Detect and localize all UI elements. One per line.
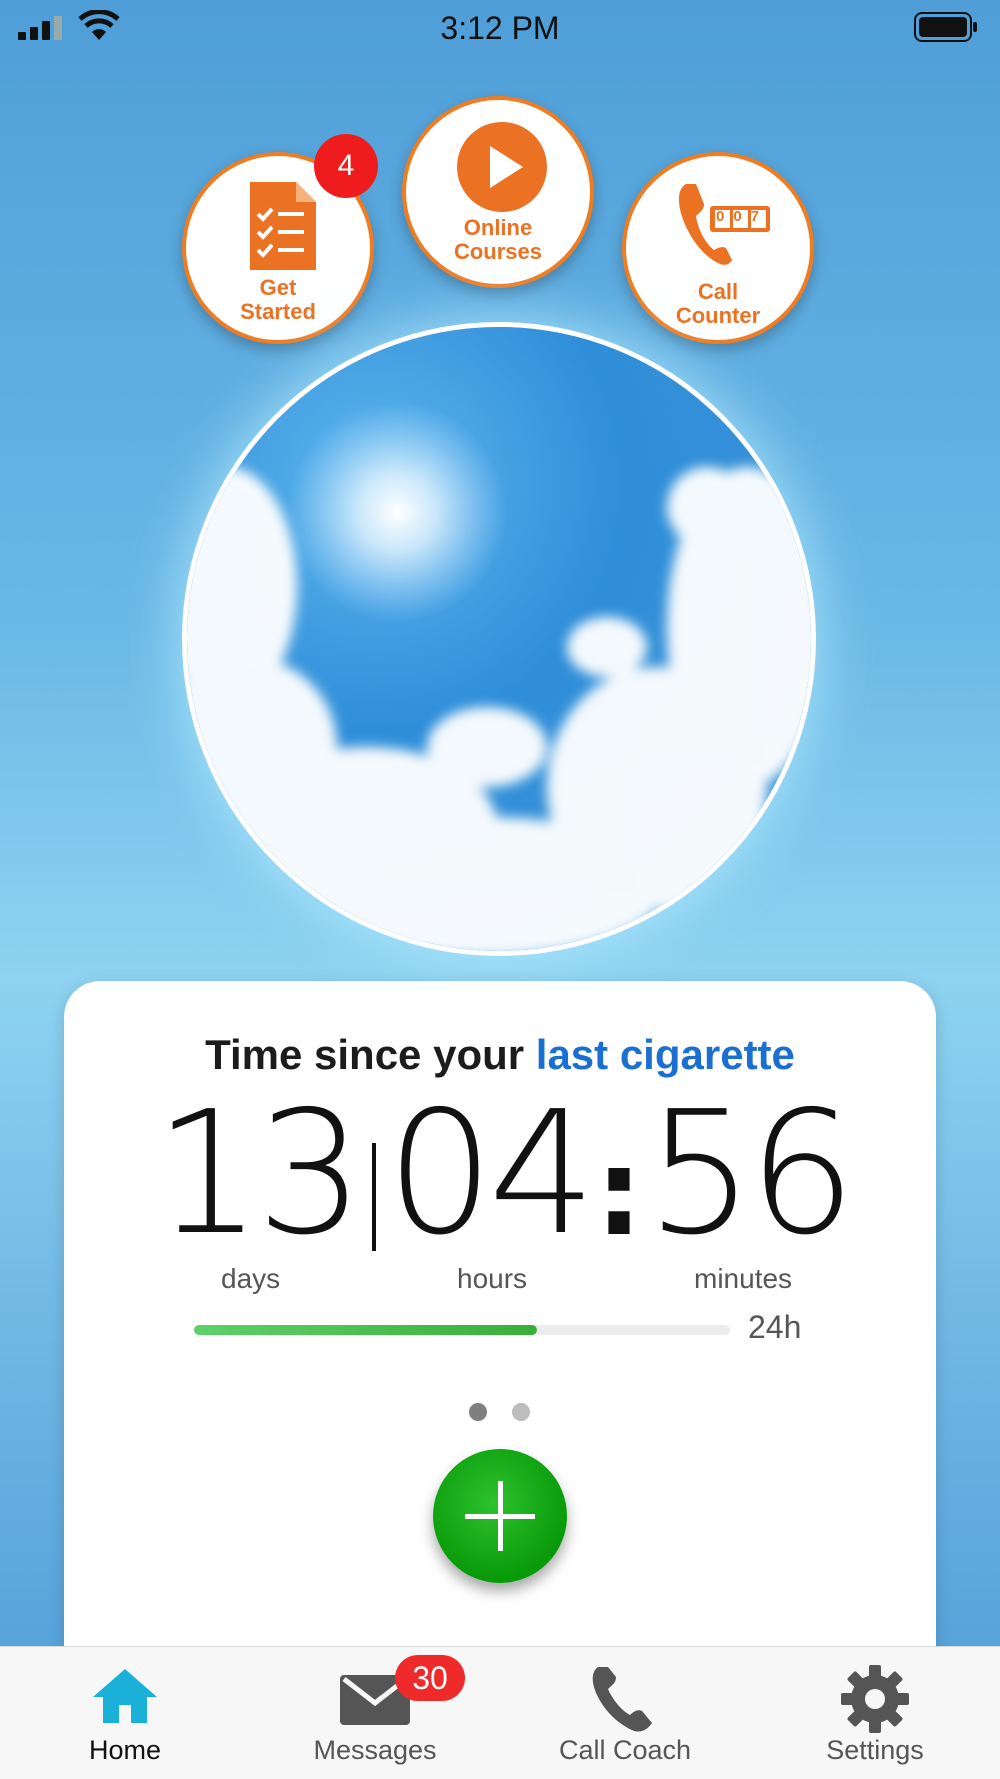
- sky-image: [182, 322, 816, 956]
- tab-call-coach[interactable]: Call Coach: [500, 1647, 750, 1779]
- call-counter-label: Call Counter: [675, 279, 761, 328]
- tab-settings-label: Settings: [826, 1735, 924, 1765]
- status-bar: 3:12 PM: [0, 0, 1000, 56]
- timer-title-accent: last cigarette: [535, 1031, 795, 1078]
- days-label: days: [221, 1263, 281, 1294]
- pager-dot-1[interactable]: [469, 1403, 487, 1421]
- progress-fill: [194, 1325, 538, 1335]
- tab-home[interactable]: Home: [0, 1647, 250, 1779]
- call-counter-button[interactable]: 007 Call Counter: [622, 152, 814, 344]
- messages-badge: 30: [395, 1655, 465, 1701]
- play-icon: [457, 122, 547, 212]
- add-button[interactable]: [433, 1449, 567, 1583]
- tab-messages-label: Messages: [313, 1735, 437, 1765]
- minutes-label: minutes: [694, 1263, 793, 1294]
- tab-home-label: Home: [88, 1735, 162, 1765]
- get-started-label: Get Started: [240, 275, 316, 324]
- pager-dot-2[interactable]: [512, 1403, 530, 1421]
- days-value: 13: [154, 1075, 364, 1273]
- hours-minutes-colon: :: [595, 1124, 643, 1263]
- battery-icon: [914, 12, 977, 42]
- get-started-badge: 4: [314, 134, 378, 198]
- hours-value: 04: [386, 1075, 596, 1273]
- plus-icon-v: [498, 1481, 503, 1551]
- checklist-icon: [250, 182, 316, 270]
- home-icon: [93, 1669, 157, 1723]
- timer-card: Time since your last cigarette 13 04 : 5…: [64, 981, 936, 1701]
- phone-counter-icon: [678, 184, 770, 265]
- online-courses-button[interactable]: Online Courses: [402, 96, 594, 288]
- tab-bar: Home 30 Messages Call Coach Settings: [0, 1646, 1000, 1779]
- tab-settings[interactable]: Settings: [750, 1647, 1000, 1779]
- status-time: 3:12 PM: [440, 10, 560, 46]
- progress-label: 24h: [748, 1309, 802, 1345]
- gear-icon: [841, 1665, 909, 1733]
- minutes-value: 56: [646, 1075, 856, 1273]
- counter-digits: 007: [716, 208, 769, 225]
- progress-bar: [194, 1325, 730, 1335]
- phone-icon: [592, 1667, 652, 1732]
- online-courses-label: Online Courses: [453, 215, 543, 264]
- tab-call-coach-label: Call Coach: [558, 1735, 692, 1765]
- days-hours-separator: [372, 1143, 376, 1251]
- timer-title-prefix: Time since your: [205, 1031, 536, 1078]
- timer-title: Time since your last cigarette: [64, 1031, 936, 1079]
- tab-messages[interactable]: 30 Messages: [250, 1647, 500, 1779]
- hours-label: hours: [457, 1263, 528, 1294]
